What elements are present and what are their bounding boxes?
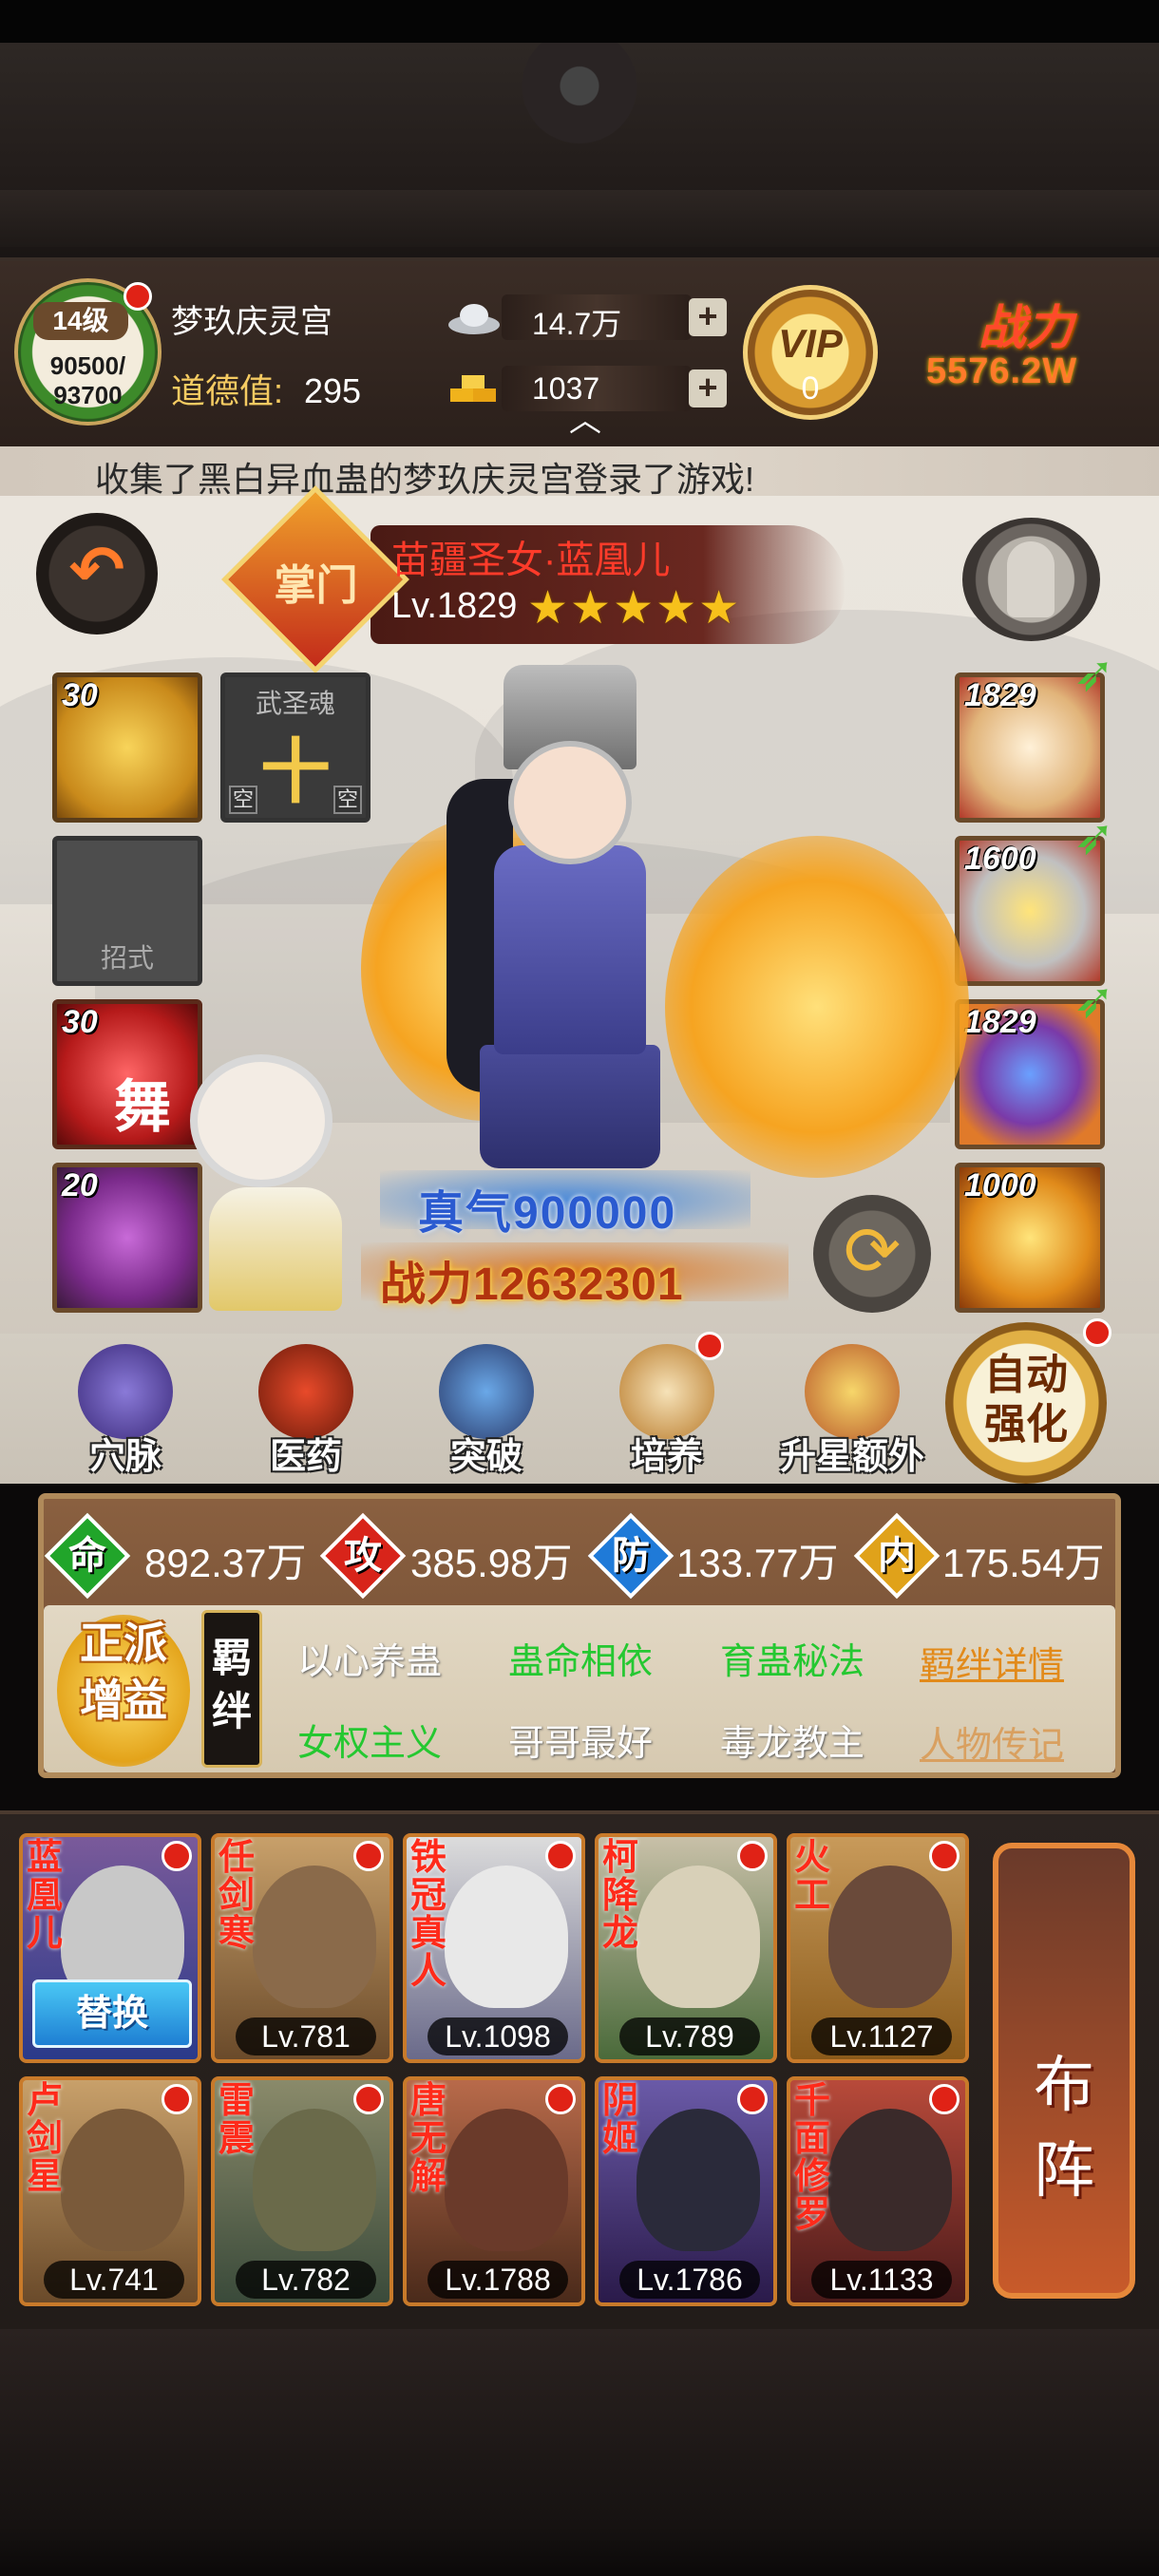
- roster-card[interactable]: 唐无解 Lv.1788: [403, 2076, 585, 2306]
- hero-level: Lv.1829: [391, 586, 518, 626]
- move-slot[interactable]: 招式: [52, 836, 202, 986]
- silver-ingot-icon: [448, 304, 500, 334]
- roster-card[interactable]: 火工 Lv.1127: [787, 1833, 969, 2063]
- roster-card[interactable]: 千面修罗 Lv.1133: [787, 2076, 969, 2306]
- roster-card[interactable]: 卢剑星 Lv.741: [19, 2076, 201, 2306]
- inner-value: 175.54万: [942, 1541, 1105, 1585]
- bond-item: 育蛊秘法: [720, 1642, 865, 1682]
- vip-level: 0: [801, 370, 820, 407]
- add-silver-button[interactable]: +: [689, 298, 727, 336]
- roster-card[interactable]: 铁冠真人 Lv.1098: [403, 1833, 585, 2063]
- notice-bar: 收集了黑白异血蛊的梦玖庆灵宫登录了游戏!: [0, 446, 1159, 499]
- status-bar: [0, 0, 1159, 43]
- chevron-up-icon[interactable]: ︿: [566, 405, 604, 437]
- func-medicine[interactable]: 医药: [235, 1339, 377, 1482]
- morality-value: 295: [304, 371, 362, 410]
- meditation-icon: [1007, 541, 1054, 617]
- notice-text: 收集了黑白异血蛊的梦玖庆灵宫登录了游戏!: [95, 460, 755, 499]
- vip-label: VIP: [778, 321, 843, 366]
- auto-enhance-label: 自动 强化: [984, 1352, 1068, 1448]
- player-notification-dot: [124, 282, 152, 311]
- player-name: 梦玖庆灵宫: [171, 304, 332, 340]
- bond-details-link[interactable]: 羁绊详情: [920, 1636, 1064, 1688]
- player-level: 14级: [33, 302, 128, 340]
- morality-label: 道德值:: [171, 371, 284, 410]
- equipment-slot-mount[interactable]: 1000: [955, 1163, 1105, 1313]
- auto-enhance-notification-dot: [1083, 1318, 1112, 1347]
- roster-card[interactable]: 柯降龙 Lv.789: [595, 1833, 777, 2063]
- attack-value: 385.98万: [410, 1541, 573, 1585]
- silver-amount: 14.7万: [532, 307, 622, 341]
- silver-currency: 14.7万 +: [446, 294, 732, 341]
- roster-card[interactable]: 蓝凰儿 替换: [19, 1833, 201, 2063]
- hero-stars: ★★★★★: [527, 583, 742, 634]
- formation-label: 布 阵: [1034, 2051, 1094, 2205]
- bond-item: 蛊命相依: [508, 1642, 654, 1682]
- skill-slot-1[interactable]: 30: [52, 672, 202, 823]
- acupoint-icon: [78, 1344, 173, 1439]
- bond-item: 以心养蛊: [297, 1642, 443, 1682]
- player-exp: 90500/ 93700: [49, 351, 126, 409]
- func-breakthrough[interactable]: 突破: [415, 1339, 558, 1482]
- qi-value: 真气900000: [418, 1188, 677, 1239]
- add-gold-button[interactable]: +: [689, 369, 727, 407]
- biography-link[interactable]: 人物传记: [920, 1715, 1064, 1768]
- roster-card[interactable]: 雷震 Lv.782: [211, 2076, 393, 2306]
- upgrade-arrow-icon: ➶: [1074, 647, 1115, 702]
- upgrade-arrow-icon: ➶: [1074, 810, 1115, 865]
- roster-card[interactable]: 任剑寒 Lv.781: [211, 1833, 393, 2063]
- roster-card[interactable]: 阴姬 Lv.1786: [595, 2076, 777, 2306]
- combat-power-value: 战力12632301: [380, 1260, 684, 1310]
- func-star-upgrade[interactable]: 升星额外: [776, 1339, 928, 1482]
- martial-soul-slot[interactable]: 武圣魂 十 空 空: [220, 672, 370, 823]
- swap-button[interactable]: 替换: [32, 1979, 192, 2048]
- hp-value: 892.37万: [144, 1541, 307, 1585]
- gold-amount: 1037: [532, 371, 600, 406]
- bottom-floor: [0, 2329, 1159, 2576]
- upgrade-arrow-icon: ➶: [1074, 974, 1115, 1029]
- func-acupoint[interactable]: 穴脉: [54, 1339, 197, 1482]
- refresh-button[interactable]: ⟳: [813, 1195, 931, 1313]
- star-upgrade-icon: [805, 1344, 900, 1439]
- bond-item: 哥哥最好: [508, 1724, 654, 1764]
- back-button[interactable]: ↶: [36, 513, 158, 635]
- scroll-icon: [619, 1344, 714, 1439]
- bond-item: 女权主义: [297, 1724, 443, 1764]
- medicine-icon: [258, 1344, 353, 1439]
- training-notification-dot: [695, 1332, 724, 1360]
- roof-beam: [0, 190, 1159, 247]
- bond-tag: 羁 绊: [201, 1610, 262, 1768]
- defense-value: 133.77万: [676, 1541, 839, 1585]
- gold-bars-icon: [450, 375, 496, 402]
- func-training[interactable]: 培养: [596, 1339, 738, 1482]
- total-power-label: 战力: [978, 301, 1074, 354]
- morality: 道德值: 295: [171, 364, 361, 413]
- total-power-value: 5576.2W: [926, 351, 1078, 391]
- breakthrough-icon: [439, 1344, 534, 1439]
- hero-portrait[interactable]: [408, 646, 722, 1178]
- attribute-row: 命 892.37万 攻 385.98万 防 133.77万 内 175.54万: [38, 1512, 1121, 1600]
- hero-title: 苗疆圣女·蓝凰儿: [391, 540, 671, 581]
- leader-badge-text: 掌门: [274, 562, 358, 609]
- companion-elder-portrait: [152, 1016, 380, 1311]
- bond-item: 毒龙教主: [720, 1724, 865, 1764]
- faction-label: 正派 增益: [80, 1619, 167, 1725]
